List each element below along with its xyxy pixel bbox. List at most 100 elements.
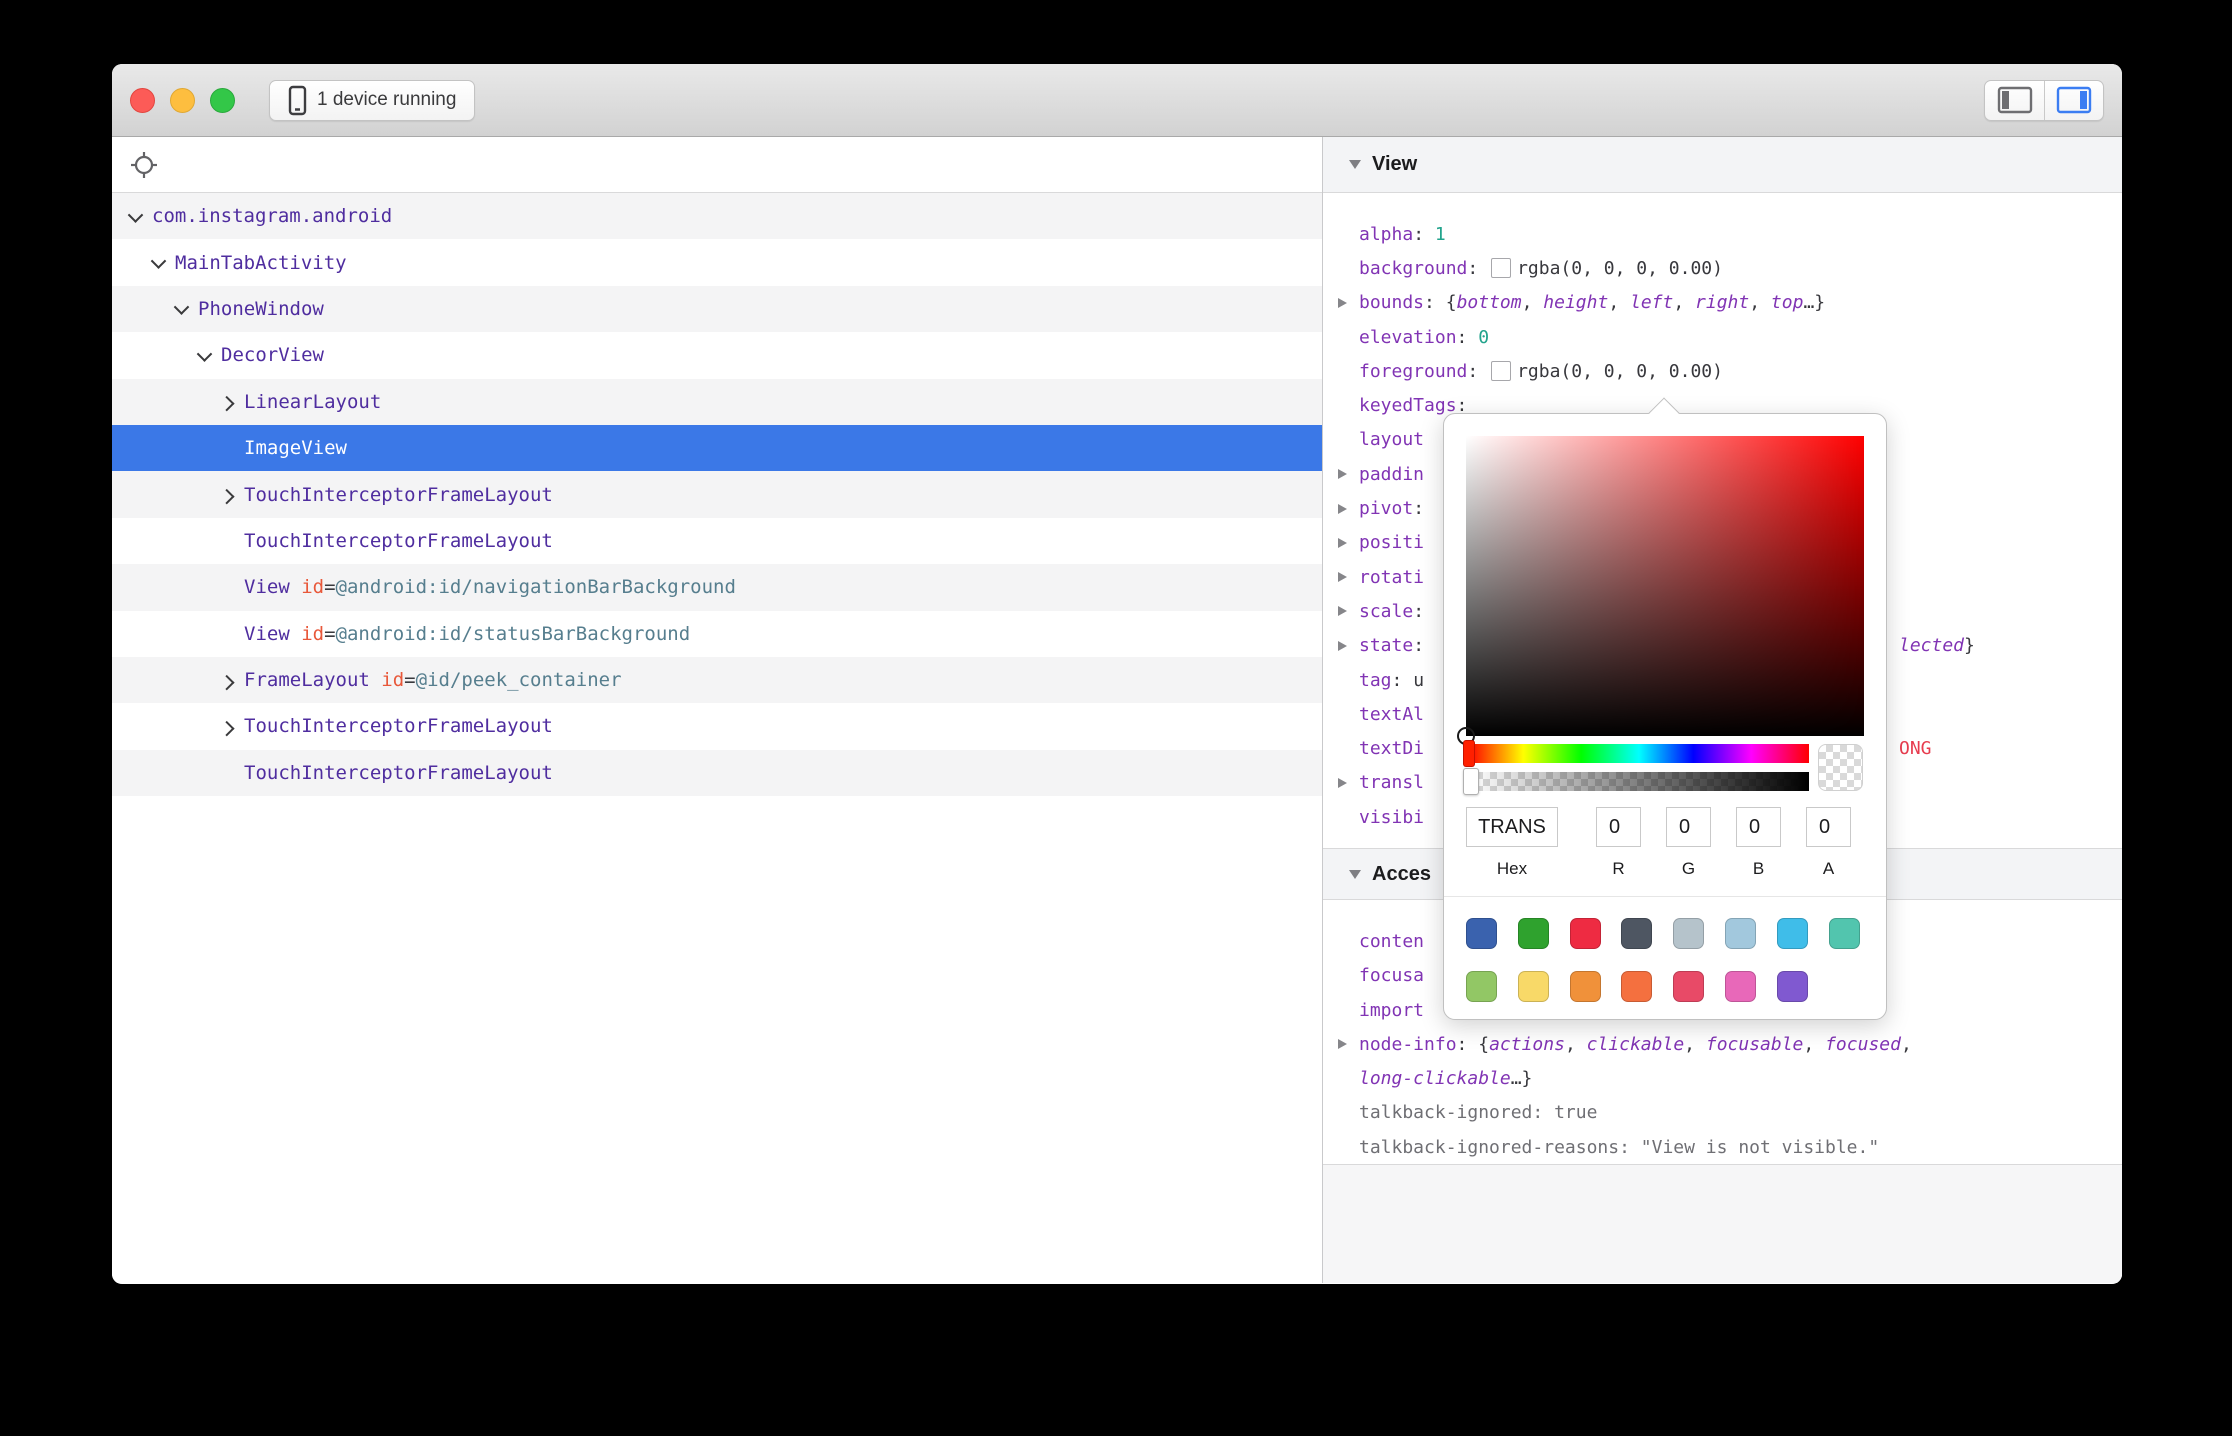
- hue-slider[interactable]: [1469, 744, 1809, 763]
- tree-node[interactable]: ImageView: [112, 425, 1322, 471]
- palette-swatch[interactable]: [1725, 918, 1756, 949]
- tree-node[interactable]: TouchInterceptorFrameLayout: [112, 471, 1322, 517]
- chevron-right-icon[interactable]: [222, 721, 244, 732]
- palette-row-2: [1444, 971, 1886, 1002]
- palette-swatch[interactable]: [1829, 918, 1860, 949]
- disclosure-triangle-icon[interactable]: [1323, 298, 1359, 308]
- text-segment: @android:id/statusBarBackground: [336, 623, 691, 645]
- text-segment: :: [1467, 258, 1489, 279]
- palette-swatch[interactable]: [1518, 971, 1549, 1002]
- alpha-slider[interactable]: [1469, 772, 1809, 791]
- tree-node[interactable]: View id=@android:id/statusBarBackground: [112, 611, 1322, 657]
- disclosure-triangle-icon[interactable]: [1323, 469, 1359, 479]
- section-collapse-icon[interactable]: [1349, 870, 1361, 879]
- text-segment: :: [1532, 1102, 1554, 1123]
- disclosure-triangle-icon[interactable]: [1323, 606, 1359, 616]
- r-label: R: [1596, 859, 1641, 879]
- property-row[interactable]: background: rgba(0, 0, 0, 0.00): [1323, 251, 2122, 285]
- text-segment: :: [1457, 327, 1479, 348]
- phone-icon: [288, 85, 307, 116]
- minimize-button[interactable]: [170, 88, 195, 113]
- hierarchy-toolbar: [112, 137, 1322, 193]
- hue-slider-handle[interactable]: [1463, 740, 1475, 767]
- palette-swatch[interactable]: [1777, 971, 1808, 1002]
- palette-swatch[interactable]: [1725, 971, 1756, 1002]
- text-segment: paddin: [1359, 464, 1424, 485]
- disclosure-triangle-icon[interactable]: [1323, 1039, 1359, 1049]
- disclosure-triangle-icon[interactable]: [1323, 504, 1359, 514]
- property-row-continuation[interactable]: long-clickable…}: [1323, 1062, 2122, 1096]
- tree-node[interactable]: TouchInterceptorFrameLayout: [112, 703, 1322, 749]
- color-checkbox-swatch[interactable]: [1491, 361, 1511, 381]
- saturation-value-area[interactable]: [1466, 436, 1864, 736]
- text-segment: id: [301, 576, 324, 598]
- chevron-right-icon[interactable]: [222, 675, 244, 686]
- view-section-header[interactable]: View: [1323, 137, 2122, 193]
- palette-swatch[interactable]: [1673, 971, 1704, 1002]
- chevron-right-icon[interactable]: [222, 396, 244, 407]
- text-segment: :: [1467, 361, 1489, 382]
- property-row[interactable]: node-info: {actions, clickable, focusabl…: [1323, 1027, 2122, 1061]
- tree-node[interactable]: TouchInterceptorFrameLayout: [112, 518, 1322, 564]
- blue-input[interactable]: [1736, 807, 1781, 847]
- chevron-down-icon[interactable]: [130, 211, 152, 222]
- chevron-down-icon[interactable]: [199, 350, 221, 361]
- toggle-right-sidebar-button[interactable]: [2044, 81, 2103, 120]
- tree-node[interactable]: FrameLayout id=@id/peek_container: [112, 657, 1322, 703]
- palette-swatch[interactable]: [1466, 918, 1497, 949]
- palette-swatch[interactable]: [1466, 971, 1497, 1002]
- tree-node[interactable]: TouchInterceptorFrameLayout: [112, 750, 1322, 796]
- text-segment: FrameLayout: [244, 669, 381, 691]
- tree-node[interactable]: LinearLayout: [112, 379, 1322, 425]
- close-button[interactable]: [130, 88, 155, 113]
- text-segment: :: [1413, 224, 1435, 245]
- tree-node[interactable]: DecorView: [112, 332, 1322, 378]
- alpha-slider-gradient: [1469, 772, 1809, 791]
- palette-swatch[interactable]: [1621, 918, 1652, 949]
- alpha-slider-handle[interactable]: [1463, 768, 1479, 795]
- tree-node[interactable]: MainTabActivity: [112, 239, 1322, 285]
- tree-node[interactable]: PhoneWindow: [112, 286, 1322, 332]
- zoom-button[interactable]: [210, 88, 235, 113]
- section-collapse-icon[interactable]: [1349, 160, 1361, 169]
- tree-node[interactable]: com.instagram.android: [112, 193, 1322, 239]
- palette-swatch[interactable]: [1570, 971, 1601, 1002]
- text-segment: keyedTags: [1359, 395, 1457, 416]
- crosshair-icon[interactable]: [128, 149, 160, 181]
- text-segment: clickable: [1587, 1034, 1685, 1055]
- disclosure-triangle-icon[interactable]: [1323, 641, 1359, 651]
- alpha-input[interactable]: [1806, 807, 1851, 847]
- palette-swatch[interactable]: [1777, 918, 1808, 949]
- palette-swatch[interactable]: [1518, 918, 1549, 949]
- green-input[interactable]: [1666, 807, 1711, 847]
- property-row[interactable]: talkback-ignored-reasons: "View is not v…: [1323, 1130, 2122, 1164]
- device-running-button[interactable]: 1 device running: [269, 80, 475, 121]
- chevron-down-icon[interactable]: [176, 303, 198, 314]
- property-row[interactable]: foreground: rgba(0, 0, 0, 0.00): [1323, 354, 2122, 388]
- disclosure-triangle-icon[interactable]: [1323, 778, 1359, 788]
- property-row[interactable]: bounds: {bottom, height, left, right, to…: [1323, 286, 2122, 320]
- tree-node[interactable]: View id=@android:id/navigationBarBackgro…: [112, 564, 1322, 610]
- palette-swatch[interactable]: [1621, 971, 1652, 1002]
- text-segment: foreground: [1359, 361, 1467, 382]
- palette-swatch[interactable]: [1570, 918, 1601, 949]
- text-segment: :: [1413, 635, 1424, 656]
- text-segment: TouchInterceptorFrameLayout: [244, 530, 553, 552]
- text-segment: top: [1771, 292, 1804, 313]
- property-row[interactable]: alpha: 1: [1323, 217, 2122, 251]
- hex-input[interactable]: [1466, 807, 1558, 847]
- red-input[interactable]: [1596, 807, 1641, 847]
- property-row[interactable]: elevation: 0: [1323, 320, 2122, 354]
- property-row[interactable]: talkback-ignored: true: [1323, 1096, 2122, 1130]
- palette-swatch[interactable]: [1673, 918, 1704, 949]
- toggle-left-sidebar-button[interactable]: [1985, 81, 2044, 120]
- color-checkbox-swatch[interactable]: [1491, 258, 1511, 278]
- text-segment: @android:id/navigationBarBackground: [336, 576, 736, 598]
- traffic-lights: [130, 88, 235, 113]
- text-segment: transl: [1359, 772, 1424, 793]
- disclosure-triangle-icon[interactable]: [1323, 572, 1359, 582]
- chevron-right-icon[interactable]: [222, 489, 244, 500]
- chevron-down-icon[interactable]: [153, 257, 175, 268]
- disclosure-triangle-icon[interactable]: [1323, 538, 1359, 548]
- window-toolbar: 1 device running: [112, 64, 2122, 137]
